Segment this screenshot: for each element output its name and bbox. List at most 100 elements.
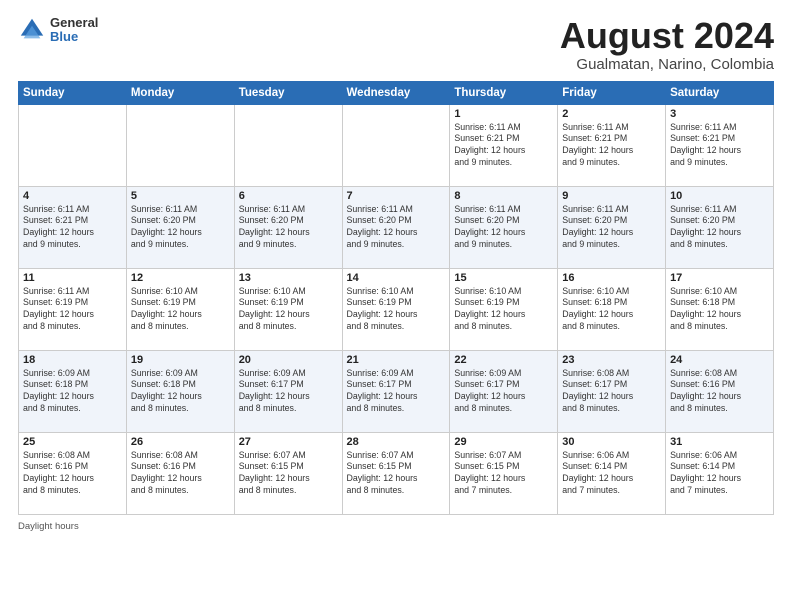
calendar-cell: 15 Sunrise: 6:10 AMSunset: 6:19 PMDayligh… [450, 268, 558, 350]
day-number: 9 [562, 190, 661, 202]
calendar-cell [19, 104, 127, 186]
calendar-cell: 24Sunrise: 6:08 AMSunset: 6:16 PMDayligh… [666, 350, 774, 432]
day-info: Sunrise: 6:08 AMSunset: 6:16 PMDaylight:… [23, 450, 122, 498]
daylight-label: Daylight hours [18, 521, 79, 532]
day-info: Sunrise: 6:07 AMSunset: 6:15 PMDaylight:… [454, 450, 553, 498]
day-info: Sunrise: 6:09 AMSunset: 6:18 PMDaylight:… [23, 368, 122, 416]
calendar-cell: 1 Sunrise: 6:11 AMSunset: 6:21 PMDaylight… [450, 104, 558, 186]
day-number: 6 [239, 190, 338, 202]
logo-text: General Blue [50, 16, 98, 45]
week-row-5: 25 Sunrise: 6:08 AMSunset: 6:16 PMDayligh… [19, 432, 774, 514]
calendar-cell: 14 Sunrise: 6:10 AMSunset: 6:19 PMDayligh… [342, 268, 450, 350]
col-header-thursday: Thursday [450, 81, 558, 104]
calendar-cell: 8 Sunrise: 6:11 AMSunset: 6:20 PMDaylight… [450, 186, 558, 268]
day-number: 22 [454, 354, 553, 366]
day-info: Sunrise: 6:10 AMSunset: 6:18 PMDaylight:… [670, 286, 769, 334]
day-number: 3 [670, 108, 769, 120]
day-number: 4 [23, 190, 122, 202]
page: General Blue August 2024 Gualmatan, Nari… [0, 0, 792, 612]
calendar-cell: 6 Sunrise: 6:11 AMSunset: 6:20 PMDaylight… [234, 186, 342, 268]
week-row-2: 4 Sunrise: 6:11 AMSunset: 6:21 PMDaylight… [19, 186, 774, 268]
month-year-title: August 2024 [560, 16, 774, 56]
calendar-cell: 16Sunrise: 6:10 AMSunset: 6:18 PMDayligh… [558, 268, 666, 350]
calendar-cell: 22 Sunrise: 6:09 AMSunset: 6:17 PMDayligh… [450, 350, 558, 432]
header: General Blue August 2024 Gualmatan, Nari… [18, 16, 774, 73]
day-number: 10 [670, 190, 769, 202]
day-info: Sunrise: 6:08 AMSunset: 6:16 PMDaylight:… [131, 450, 230, 498]
calendar-header-row: SundayMondayTuesdayWednesdayThursdayFrid… [19, 81, 774, 104]
day-info: Sunrise: 6:10 AMSunset: 6:19 PMDaylight:… [131, 286, 230, 334]
day-info: Sunrise: 6:09 AMSunset: 6:17 PMDaylight:… [347, 368, 446, 416]
calendar-cell: 4 Sunrise: 6:11 AMSunset: 6:21 PMDaylight… [19, 186, 127, 268]
day-number: 11 [23, 272, 122, 284]
logo-blue: Blue [50, 30, 98, 44]
day-info: Sunrise: 6:11 AMSunset: 6:20 PMDaylight:… [670, 204, 769, 252]
day-info: Sunrise: 6:09 AMSunset: 6:17 PMDaylight:… [239, 368, 338, 416]
calendar-cell: 2 Sunrise: 6:11 AMSunset: 6:21 PMDaylight… [558, 104, 666, 186]
day-number: 12 [131, 272, 230, 284]
day-info: Sunrise: 6:07 AMSunset: 6:15 PMDaylight:… [347, 450, 446, 498]
calendar-cell [234, 104, 342, 186]
day-info: Sunrise: 6:11 AMSunset: 6:20 PMDaylight:… [562, 204, 661, 252]
col-header-monday: Monday [126, 81, 234, 104]
calendar-cell [126, 104, 234, 186]
day-number: 26 [131, 436, 230, 448]
col-header-wednesday: Wednesday [342, 81, 450, 104]
day-info: Sunrise: 6:09 AMSunset: 6:17 PMDaylight:… [454, 368, 553, 416]
calendar-cell: 28 Sunrise: 6:07 AMSunset: 6:15 PMDayligh… [342, 432, 450, 514]
calendar-cell: 26 Sunrise: 6:08 AMSunset: 6:16 PMDayligh… [126, 432, 234, 514]
day-number: 16 [562, 272, 661, 284]
calendar-cell: 3Sunrise: 6:11 AMSunset: 6:21 PMDaylight… [666, 104, 774, 186]
calendar-cell: 10 Sunrise: 6:11 AMSunset: 6:20 PMDayligh… [666, 186, 774, 268]
day-number: 5 [131, 190, 230, 202]
day-number: 25 [23, 436, 122, 448]
day-number: 23 [562, 354, 661, 366]
day-number: 2 [562, 108, 661, 120]
week-row-1: 1 Sunrise: 6:11 AMSunset: 6:21 PMDaylight… [19, 104, 774, 186]
day-number: 18 [23, 354, 122, 366]
calendar-cell: 5 Sunrise: 6:11 AMSunset: 6:20 PMDaylight… [126, 186, 234, 268]
day-info: Sunrise: 6:09 AMSunset: 6:18 PMDaylight:… [131, 368, 230, 416]
col-header-sunday: Sunday [19, 81, 127, 104]
day-info: Sunrise: 6:11 AMSunset: 6:20 PMDaylight:… [454, 204, 553, 252]
day-info: Sunrise: 6:08 AMSunset: 6:17 PMDaylight:… [562, 368, 661, 416]
day-number: 21 [347, 354, 446, 366]
title-block: August 2024 Gualmatan, Narino, Colombia [560, 16, 774, 73]
week-row-3: 11 Sunrise: 6:11 AMSunset: 6:19 PMDayligh… [19, 268, 774, 350]
calendar-cell: 25 Sunrise: 6:08 AMSunset: 6:16 PMDayligh… [19, 432, 127, 514]
day-number: 30 [562, 436, 661, 448]
calendar-cell: 11 Sunrise: 6:11 AMSunset: 6:19 PMDayligh… [19, 268, 127, 350]
calendar-cell: 30Sunrise: 6:06 AMSunset: 6:14 PMDayligh… [558, 432, 666, 514]
day-info: Sunrise: 6:11 AMSunset: 6:21 PMDaylight:… [23, 204, 122, 252]
location-title: Gualmatan, Narino, Colombia [560, 56, 774, 73]
day-number: 15 [454, 272, 553, 284]
day-number: 29 [454, 436, 553, 448]
week-row-4: 18 Sunrise: 6:09 AMSunset: 6:18 PMDayligh… [19, 350, 774, 432]
day-info: Sunrise: 6:08 AMSunset: 6:16 PMDaylight:… [670, 368, 769, 416]
calendar-cell: 7Sunrise: 6:11 AMSunset: 6:20 PMDaylight… [342, 186, 450, 268]
day-number: 17 [670, 272, 769, 284]
day-number: 1 [454, 108, 553, 120]
day-info: Sunrise: 6:10 AMSunset: 6:19 PMDaylight:… [347, 286, 446, 334]
calendar-cell: 20 Sunrise: 6:09 AMSunset: 6:17 PMDayligh… [234, 350, 342, 432]
day-info: Sunrise: 6:11 AMSunset: 6:20 PMDaylight:… [239, 204, 338, 252]
col-header-friday: Friday [558, 81, 666, 104]
calendar-cell: 27Sunrise: 6:07 AMSunset: 6:15 PMDayligh… [234, 432, 342, 514]
day-number: 31 [670, 436, 769, 448]
day-number: 20 [239, 354, 338, 366]
day-number: 14 [347, 272, 446, 284]
logo-general: General [50, 16, 98, 30]
day-info: Sunrise: 6:10 AMSunset: 6:19 PMDaylight:… [239, 286, 338, 334]
calendar-cell: 18 Sunrise: 6:09 AMSunset: 6:18 PMDayligh… [19, 350, 127, 432]
day-info: Sunrise: 6:11 AMSunset: 6:21 PMDaylight:… [562, 122, 661, 170]
day-info: Sunrise: 6:11 AMSunset: 6:21 PMDaylight:… [454, 122, 553, 170]
calendar-cell [342, 104, 450, 186]
day-info: Sunrise: 6:11 AMSunset: 6:19 PMDaylight:… [23, 286, 122, 334]
day-info: Sunrise: 6:10 AMSunset: 6:19 PMDaylight:… [454, 286, 553, 334]
day-number: 13 [239, 272, 338, 284]
calendar-cell: 21 Sunrise: 6:09 AMSunset: 6:17 PMDayligh… [342, 350, 450, 432]
day-info: Sunrise: 6:11 AMSunset: 6:20 PMDaylight:… [131, 204, 230, 252]
calendar-cell: 12 Sunrise: 6:10 AMSunset: 6:19 PMDayligh… [126, 268, 234, 350]
day-number: 8 [454, 190, 553, 202]
day-number: 28 [347, 436, 446, 448]
